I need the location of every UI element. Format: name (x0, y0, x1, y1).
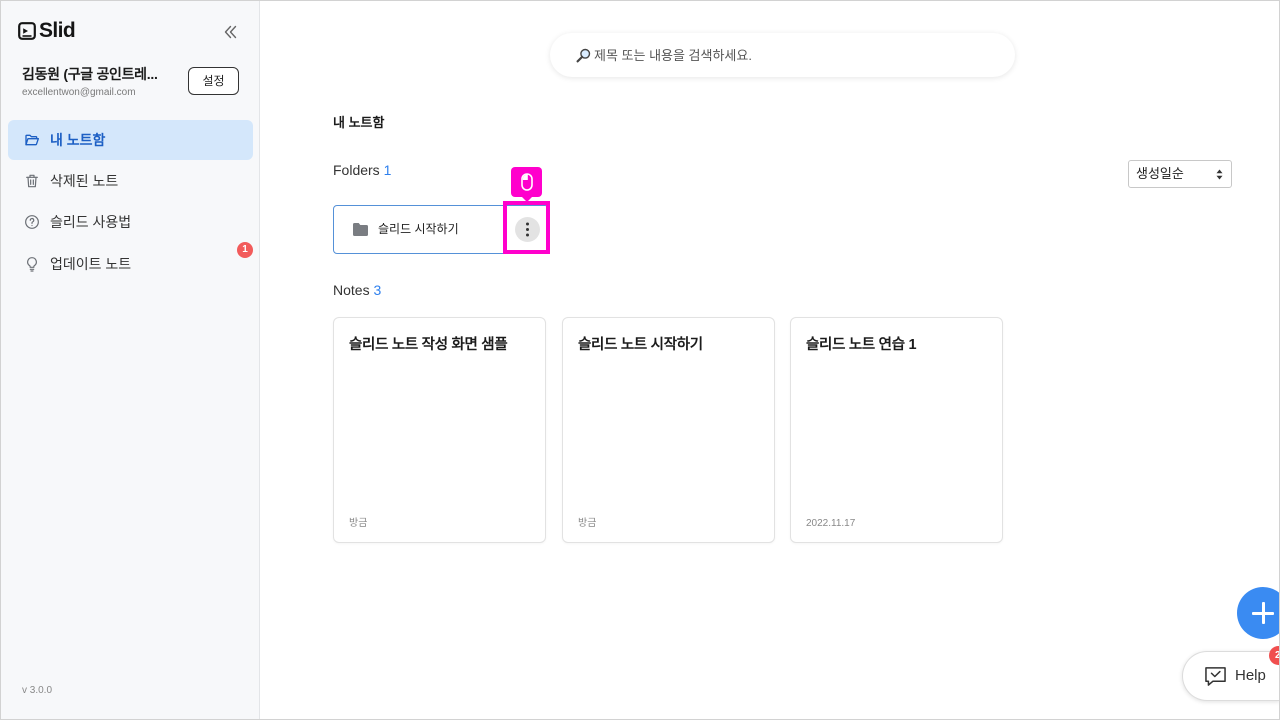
note-date: 방금 (578, 518, 597, 529)
sidebar-item-how-to-use[interactable]: 슬리드 사용법 (8, 202, 253, 242)
kebab-menu-icon (526, 222, 529, 237)
folders-label: Folders (333, 162, 380, 178)
note-card[interactable]: 슬리드 노트 연습 1 2022.11.17 (790, 317, 1003, 543)
note-date: 2022.11.17 (806, 518, 856, 529)
sort-select[interactable]: 생성일순 (1128, 160, 1232, 188)
sidebar-item-label: 업데이트 노트 (50, 256, 132, 272)
note-card[interactable]: 슬리드 노트 작성 화면 샘플 방금 (333, 317, 546, 543)
sidebar-item-label: 삭제된 노트 (50, 173, 119, 189)
notes-label: Notes (333, 282, 370, 298)
mouse-click-indicator (511, 167, 542, 202)
folder-icon (353, 223, 368, 236)
note-title: 슬리드 노트 작성 화면 샘플 (349, 337, 508, 353)
update-notes-badge: 1 (237, 242, 253, 258)
folders-header: Folders 1 (333, 161, 391, 179)
search-input[interactable] (594, 33, 994, 77)
folder-more-options-button[interactable] (515, 217, 540, 242)
double-chevron-left-icon (224, 25, 237, 39)
settings-button[interactable]: 설정 (188, 67, 239, 95)
slid-logo[interactable]: Slid (17, 18, 81, 44)
search-bar[interactable] (550, 33, 1015, 77)
folders-count: 1 (383, 162, 392, 178)
help-label: Help (1235, 667, 1266, 684)
sidebar: Slid 김동원 (구글 공인트레... excellentwon@gmail.… (0, 0, 260, 720)
note-title: 슬리드 노트 연습 1 (806, 337, 917, 353)
folder-name: 슬리드 시작하기 (378, 222, 459, 236)
sidebar-item-update-notes[interactable]: 업데이트 노트 1 (8, 242, 253, 284)
slid-logo-text: Slid (39, 19, 76, 42)
indicator-pointer (521, 197, 532, 202)
page-title: 내 노트함 (333, 115, 385, 130)
note-date: 방금 (349, 518, 368, 529)
sidebar-item-label: 내 노트함 (50, 132, 106, 148)
sidebar-item-deleted-notes[interactable]: 삭제된 노트 (8, 161, 253, 201)
folder-card[interactable]: 슬리드 시작하기 (333, 205, 549, 254)
note-title: 슬리드 노트 시작하기 (578, 337, 703, 353)
plus-icon-vertical (1261, 602, 1265, 624)
user-name: 김동원 (구글 공인트레... (22, 66, 158, 82)
notes-count: 3 (373, 282, 382, 298)
lightbulb-icon (27, 257, 37, 272)
sidebar-item-my-notes[interactable]: 내 노트함 (8, 120, 253, 160)
collapse-sidebar-button[interactable] (221, 23, 239, 41)
slid-play-box-icon (18, 22, 36, 40)
folder-open-icon (25, 134, 39, 146)
main-content: 내 노트함 Folders 1 생성일순 슬리드 시작하기 (260, 0, 1280, 720)
sort-selected-value: 생성일순 (1136, 166, 1184, 181)
chat-icon (1205, 667, 1226, 686)
app-version: v 3.0.0 (22, 685, 53, 696)
user-email: excellentwon@gmail.com (22, 87, 136, 98)
question-circle-icon (25, 215, 39, 229)
mouse-icon (520, 173, 533, 191)
trash-icon (26, 174, 38, 188)
help-button[interactable]: Help (1182, 651, 1280, 701)
app-window: Slid 김동원 (구글 공인트레... excellentwon@gmail.… (0, 0, 1280, 720)
search-icon (576, 48, 591, 63)
add-note-button[interactable] (1237, 587, 1280, 639)
sidebar-item-label: 슬리드 사용법 (50, 214, 132, 230)
sort-arrows-icon (1216, 169, 1223, 180)
notes-header: Notes 3 (333, 281, 381, 299)
note-card[interactable]: 슬리드 노트 시작하기 방금 (562, 317, 775, 543)
